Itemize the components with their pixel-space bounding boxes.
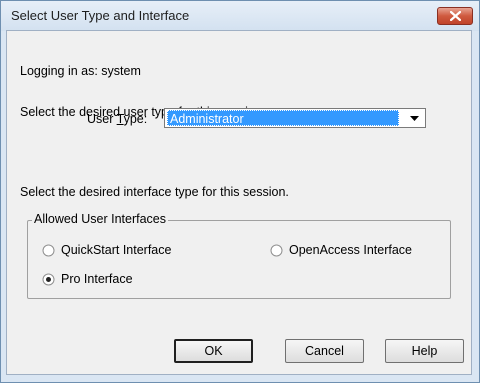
help-button[interactable]: Help [385, 339, 464, 363]
openaccess-radio-label[interactable]: OpenAccess Interface [289, 243, 412, 257]
title-bar[interactable]: Select User Type and Interface [1, 1, 479, 31]
user-type-select[interactable]: Administrator [164, 108, 426, 128]
dialog-title: Select User Type and Interface [11, 8, 190, 23]
cancel-button[interactable]: Cancel [285, 339, 364, 363]
close-icon [450, 11, 461, 21]
allowed-interfaces-group [27, 220, 451, 299]
openaccess-radio[interactable] [270, 244, 283, 257]
user-type-label-prefix: User [87, 112, 117, 126]
user-type-label: User Type: [87, 112, 147, 126]
pro-radio[interactable] [42, 273, 55, 286]
close-button[interactable] [437, 7, 473, 25]
interface-type-prompt: Select the desired interface type for th… [20, 185, 289, 199]
dialog-client-area [6, 30, 472, 375]
user-type-label-suffix: ype: [123, 112, 148, 126]
ok-button[interactable]: OK [174, 339, 253, 363]
user-type-label-access-key: T [116, 112, 124, 126]
user-type-selected-value: Administrator [167, 110, 399, 126]
allowed-interfaces-legend: Allowed User Interfaces [32, 212, 169, 226]
quickstart-radio[interactable] [42, 244, 55, 257]
logged-in-user-text: Logging in as: system [20, 64, 141, 78]
pro-radio-label[interactable]: Pro Interface [61, 272, 133, 286]
quickstart-radio-label[interactable]: QuickStart Interface [61, 243, 171, 257]
dropdown-arrow-icon[interactable] [407, 111, 422, 125]
